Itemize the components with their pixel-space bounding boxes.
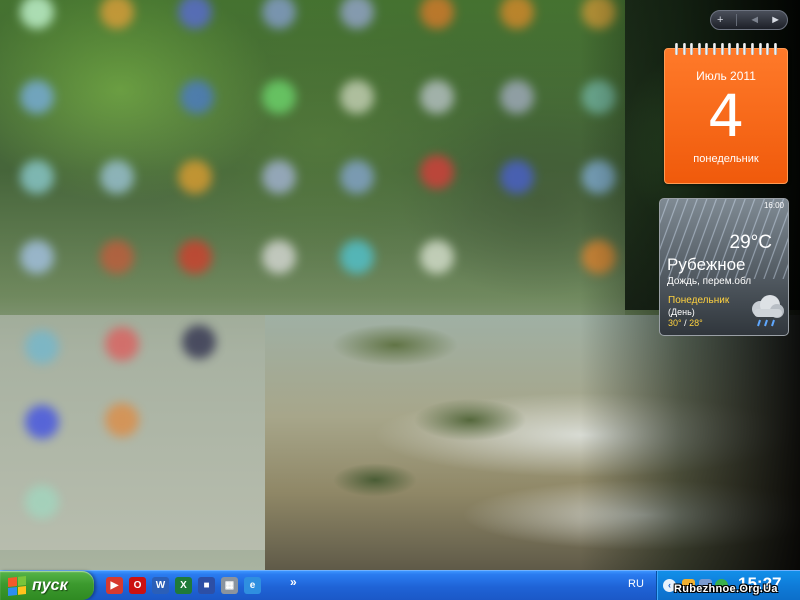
quick-launch-bar: ▶ O W X ■ ▦ e [106, 577, 261, 594]
start-button[interactable]: пуск [0, 571, 94, 600]
opera-icon[interactable]: O [129, 577, 146, 594]
forecast-part-of-day: (День) [668, 307, 695, 317]
blurred-desktop-icon[interactable] [340, 160, 374, 194]
word-icon[interactable]: W [152, 577, 169, 594]
forecast-high: 30° [668, 318, 682, 328]
previous-page-button[interactable]: ◄ [749, 14, 760, 26]
forecast-temperature-range: 30° / 28° [668, 318, 703, 328]
blurred-desktop-icon[interactable] [20, 0, 54, 29]
media-player-icon[interactable]: ▶ [106, 577, 123, 594]
next-page-button[interactable]: ► [770, 14, 781, 26]
calculator-icon[interactable]: ▦ [221, 577, 238, 594]
blurred-desktop-icon[interactable] [20, 240, 54, 274]
language-indicator[interactable]: RU [628, 578, 644, 590]
sidebar-control-bar: + ◄ ► [710, 10, 788, 30]
weather-time: 16:00 [763, 201, 784, 210]
add-gadget-button[interactable]: + [717, 14, 723, 26]
blurred-desktop-icon[interactable] [500, 160, 534, 194]
calendar-month-year: Июль 2011 [696, 69, 756, 83]
blurred-desktop-icon[interactable] [340, 240, 374, 274]
blurred-desktop-icon[interactable] [420, 0, 454, 29]
blurred-desktop-icons-area [0, 0, 625, 315]
forecast-separator: / [684, 318, 687, 328]
blurred-desktop-icon[interactable] [105, 327, 139, 361]
blurred-desktop-icon[interactable] [20, 160, 54, 194]
blurred-desktop-icons-area-lower [0, 315, 265, 550]
calendar-day-number: 4 [707, 82, 745, 150]
windows-logo-icon [8, 575, 26, 596]
blurred-desktop-icon[interactable] [262, 0, 296, 29]
weather-gadget[interactable]: 16:00 29°C Рубежное Дождь, перем.обл Пон… [659, 198, 789, 336]
blurred-desktop-icon[interactable] [420, 80, 454, 114]
save-icon[interactable]: ■ [198, 577, 215, 594]
blurred-desktop-icon[interactable] [420, 155, 454, 189]
calendar-gadget[interactable]: Июль 2011 4 понедельник [664, 43, 788, 184]
blurred-desktop-icon[interactable] [182, 325, 216, 359]
weather-city: Рубежное [667, 255, 746, 274]
blurred-desktop-icon[interactable] [20, 80, 54, 114]
quick-launch-more-chevron[interactable]: » [290, 575, 297, 589]
site-watermark: Rubezhnoe.Org.Ua [674, 583, 778, 595]
blurred-desktop-icon[interactable] [25, 330, 59, 364]
sidebar-nav: ◄ ► [749, 14, 781, 26]
blurred-desktop-icon[interactable] [500, 0, 534, 29]
blurred-desktop-icon[interactable] [25, 485, 59, 519]
blurred-desktop-icon[interactable] [500, 80, 534, 114]
forecast-day: Понедельник [668, 295, 730, 306]
blurred-desktop-icon[interactable] [340, 80, 374, 114]
blurred-desktop-icon[interactable] [105, 403, 139, 437]
excel-icon[interactable]: X [175, 577, 192, 594]
calendar-rings [675, 43, 777, 55]
forecast-low: 28° [689, 318, 703, 328]
blurred-desktop-icon[interactable] [100, 160, 134, 194]
weather-temperature: 29°C [729, 232, 772, 253]
weather-condition: Дождь, перем.обл [667, 276, 752, 287]
blurred-desktop-icon[interactable] [100, 240, 134, 274]
blurred-desktop-icon[interactable] [420, 240, 454, 274]
cloud-rain-icon [752, 295, 784, 327]
calendar-weekday: понедельник [693, 153, 759, 165]
blurred-desktop-icon[interactable] [25, 405, 59, 439]
blurred-desktop-icon[interactable] [180, 80, 214, 114]
blurred-desktop-icon[interactable] [178, 0, 212, 29]
internet-explorer-icon[interactable]: e [244, 577, 261, 594]
blurred-desktop-icon[interactable] [262, 160, 296, 194]
blurred-desktop-icon[interactable] [340, 0, 374, 29]
blurred-desktop-icon[interactable] [100, 0, 134, 29]
blurred-desktop-icon[interactable] [262, 80, 296, 114]
blurred-desktop-icon[interactable] [262, 240, 296, 274]
sidebar-divider [735, 14, 737, 26]
blurred-desktop-icon[interactable] [178, 240, 212, 274]
blurred-desktop-icon[interactable] [178, 160, 212, 194]
start-button-label: пуск [32, 576, 68, 594]
